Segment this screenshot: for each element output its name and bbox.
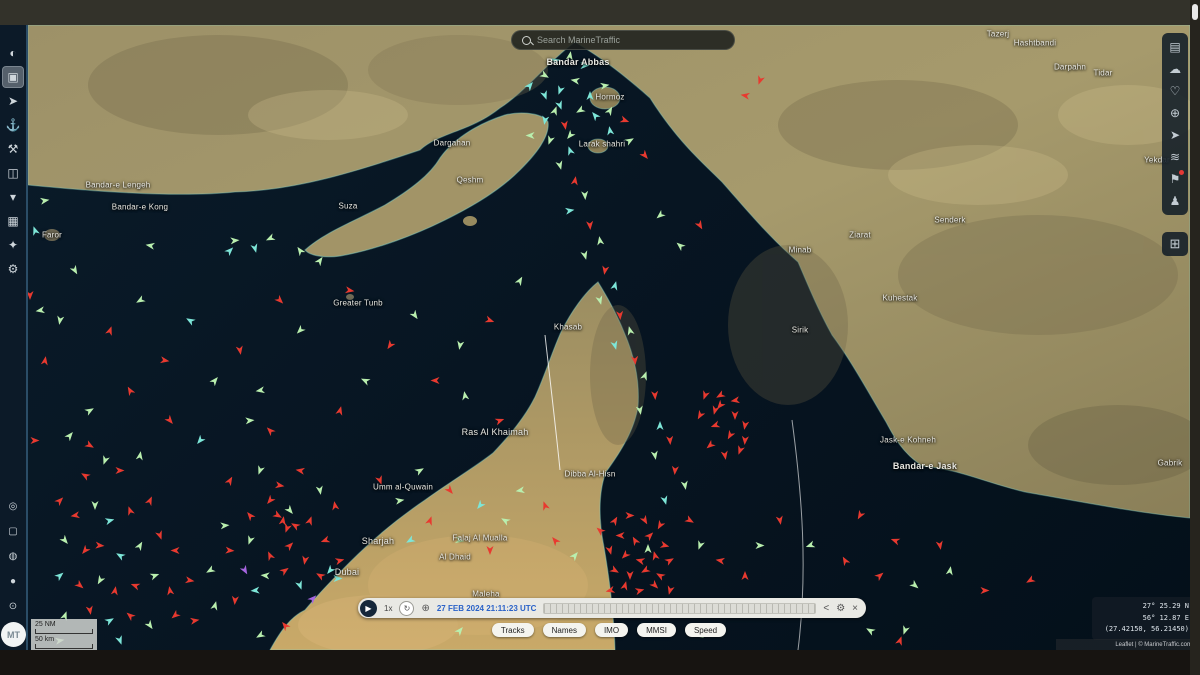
toggle-names[interactable]: Names <box>543 623 586 637</box>
place-label: Umm al-Quwain <box>373 483 433 492</box>
sidebar-routes-icon[interactable]: ✦ <box>3 235 23 255</box>
coord-lat: 27° 25.29 N <box>1099 601 1189 613</box>
search-placeholder: Search MarineTraffic <box>537 35 620 45</box>
place-label: Dubai <box>335 567 360 577</box>
sidebar-layers-icon[interactable]: ▣ <box>3 67 23 87</box>
globe-button[interactable]: ⊕ <box>421 603 429 614</box>
place-label: Al Dhaid <box>439 553 471 562</box>
marinetraffic-logo[interactable]: MT <box>1 622 26 647</box>
place-label: Sirik <box>792 326 809 335</box>
cursor-coordinates-panel: 27° 25.29 N 56° 12.87 E (27.42150, 56.21… <box>1092 597 1190 640</box>
place-label: Tidar <box>1094 69 1113 78</box>
account-icon[interactable]: ♟ <box>1164 190 1186 212</box>
search-bar[interactable]: Search MarineTraffic <box>511 30 735 50</box>
place-label: Kuhestak <box>883 294 918 303</box>
play-button[interactable]: ▶ <box>360 600 377 617</box>
playback-settings-button[interactable]: ⚙ <box>836 603 845 614</box>
sidebar-dot-icon[interactable]: ● <box>3 572 23 592</box>
sidebar-locate-icon[interactable]: ◎ <box>3 497 23 517</box>
fullscreen-icon: ⊞ <box>1170 236 1181 252</box>
place-label: Bandar Abbas <box>546 57 609 67</box>
fleet-icon[interactable]: ➤ <box>1164 124 1186 146</box>
loop-icon: ↻ <box>404 604 411 613</box>
scrollbar-thumb[interactable] <box>1192 4 1198 20</box>
place-label: Dargahan <box>434 139 471 148</box>
scale-km: 50 km <box>35 636 93 643</box>
close-playback-button[interactable]: × <box>852 603 858 614</box>
sidebar-areas-icon[interactable]: ▦ <box>3 211 23 231</box>
scale-bar-top <box>35 629 93 634</box>
toggle-tracks[interactable]: Tracks <box>492 623 534 637</box>
weather-icon[interactable]: ☁ <box>1164 58 1186 80</box>
scale-bar-bottom <box>35 644 93 649</box>
place-label: Ziarat <box>849 231 871 240</box>
place-label: Bandar-e Lengeh <box>86 181 151 190</box>
map-canvas[interactable]: Bandar Abbas Hormoz Larak shahri Dargahan Qe… <box>28 25 1190 650</box>
time-playback-bar: ▶ 1x ↻ ⊕ 27 FEB 2024 21:11:23 UTC < ⚙ × <box>358 598 866 618</box>
favorites-icon[interactable]: ♡ <box>1164 80 1186 102</box>
basemap-icon[interactable]: ▤ <box>1164 36 1186 58</box>
place-label: Bandar-e Jask <box>893 461 957 471</box>
play-icon: ▶ <box>365 604 371 613</box>
place-label: Jask-e Kohneh <box>880 436 936 445</box>
map-scale: 25 NM 50 km <box>31 619 97 650</box>
playback-timestamp[interactable]: 27 FEB 2024 21:11:23 UTC <box>437 604 537 613</box>
page-scrollbar[interactable] <box>1190 0 1200 675</box>
sidebar-photos-icon[interactable]: ◫ <box>3 163 23 183</box>
sidebar-contrast-icon[interactable]: ◐ <box>3 43 23 63</box>
place-label: Suza <box>338 202 357 211</box>
sidebar-cluster-icon[interactable]: ◍ <box>3 547 23 567</box>
coord-decimal: (27.42150, 56.21450) <box>1099 624 1189 636</box>
sidebar-vessels-icon[interactable]: ➤ <box>3 91 23 111</box>
app-frame: Bandar Abbas Hormoz Larak shahri Dargahan Qe… <box>0 0 1200 675</box>
sidebar-settings-icon[interactable]: ⚙ <box>3 259 23 279</box>
place-label: Faror <box>42 231 62 240</box>
place-label: Ras Al Khaimah <box>462 427 529 437</box>
fullscreen-button[interactable]: ⊞ <box>1162 232 1188 256</box>
place-label: Hashtbandi <box>1014 39 1056 48</box>
sidebar-filters-icon[interactable]: ▾ <box>3 187 23 207</box>
place-label: Bandar-e Kong <box>112 203 168 212</box>
place-label: Senderk <box>934 216 965 225</box>
place-label: Qeshm <box>457 176 484 185</box>
speed-label[interactable]: 1x <box>384 604 392 613</box>
sidebar-stop-icon[interactable]: ▢ <box>3 522 23 542</box>
share-button[interactable]: < <box>823 603 829 614</box>
loop-button[interactable]: ↻ <box>399 601 414 616</box>
satellite-land-layer <box>28 25 1190 650</box>
place-label: Falaj Al Mualla <box>452 534 507 543</box>
place-label: Tazerj <box>987 30 1010 39</box>
timeline-slider[interactable] <box>543 603 816 614</box>
place-label: Dibba Al-Hisn <box>564 470 615 479</box>
place-label: Larak shahri <box>579 140 625 149</box>
toggle-imo[interactable]: IMO <box>595 623 628 637</box>
place-label: Darpahn <box>1054 63 1086 72</box>
notifications-flag-icon[interactable]: ⚑ <box>1164 168 1186 190</box>
place-label: Khasab <box>554 323 582 332</box>
globe-icon[interactable]: ⊕ <box>1164 102 1186 124</box>
toggle-mmsi[interactable]: MMSI <box>637 623 676 637</box>
place-label: Greater Tunb <box>333 299 383 308</box>
notification-badge <box>1179 170 1184 175</box>
place-label: Minab <box>789 246 812 255</box>
left-sidebar: MT ◐ ▣ ➤ ⚓ ⚒ ◫ ▾ ▦ ✦ ⚙ ◎ ▢ ◍ ● ⊙ <box>0 25 28 650</box>
letterbox-bottom <box>0 650 1200 675</box>
wind-icon[interactable]: ≋ <box>1164 146 1186 168</box>
place-label: Hormoz <box>595 93 624 102</box>
search-icon <box>522 36 531 45</box>
toggle-speed[interactable]: Speed <box>685 623 726 637</box>
sidebar-target-icon[interactable]: ⊙ <box>3 597 23 617</box>
map-attribution: Leaflet | © MarineTraffic.com <box>1056 639 1190 650</box>
right-toolbar: ▤☁♡⊕➤≋⚑♟ <box>1162 33 1188 215</box>
sidebar-ports-icon[interactable]: ⚓ <box>3 115 23 135</box>
scale-nm: 25 NM <box>35 621 93 628</box>
coord-lon: 56° 12.87 E <box>1099 613 1189 625</box>
place-label: Gabrik <box>1158 459 1183 468</box>
sidebar-tools-icon[interactable]: ⚒ <box>3 139 23 159</box>
place-label: Sharjah <box>362 536 394 546</box>
letterbox-top <box>0 0 1200 25</box>
display-toggles-row: Tracks Names IMO MMSI Speed <box>28 623 1190 637</box>
